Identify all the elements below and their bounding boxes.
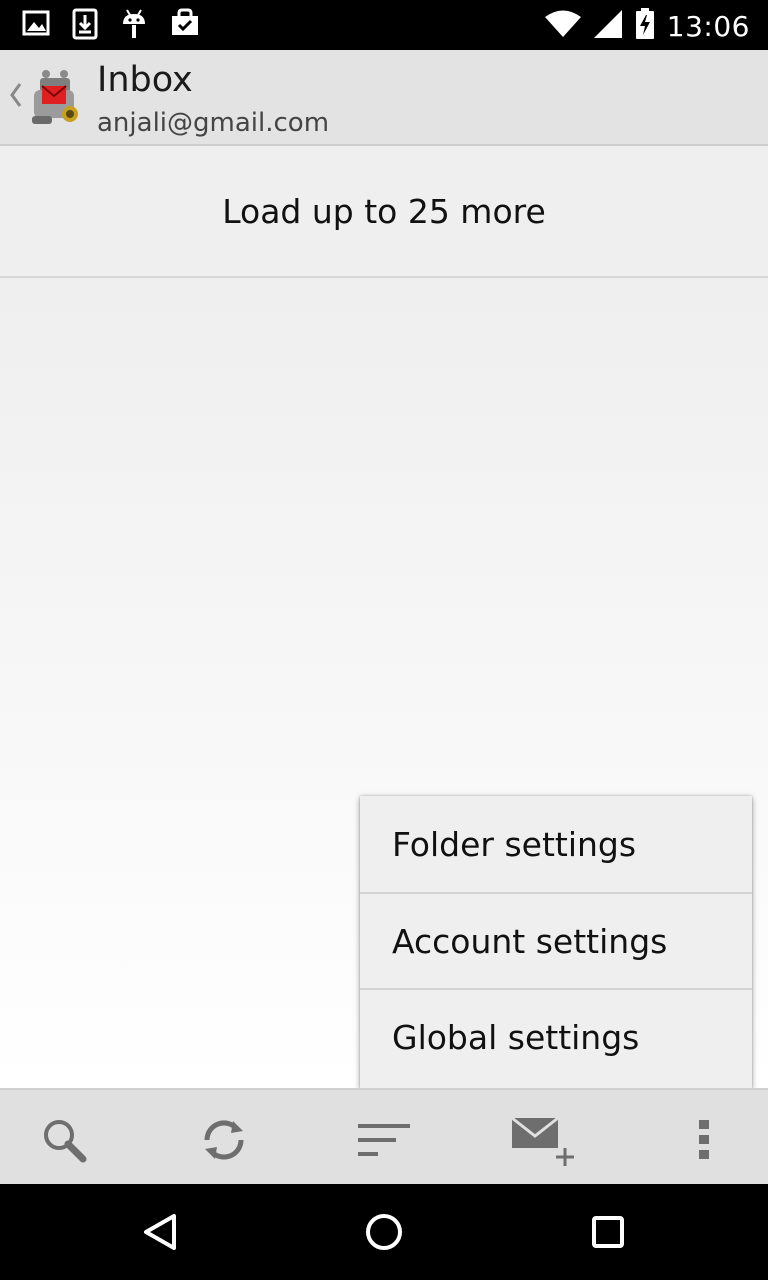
signal-icon [593, 9, 623, 43]
chevron-left-icon[interactable] [8, 80, 24, 114]
menu-item-global-settings[interactable]: Global settings [360, 988, 752, 1084]
wifi-icon [544, 10, 581, 42]
overflow-menu: Folder settings Account settings Global … [360, 796, 752, 1088]
battery-charging-icon [635, 8, 655, 44]
page-title: Inbox [97, 60, 193, 100]
shopping-bag-icon [170, 8, 200, 40]
load-more-button[interactable]: Load up to 25 more [0, 146, 768, 278]
refresh-icon[interactable] [192, 1108, 256, 1172]
menu-item-account-settings[interactable]: Account settings [360, 892, 752, 988]
bottom-toolbar [0, 1088, 768, 1186]
menu-item-folder-settings[interactable]: Folder settings [360, 796, 752, 892]
compose-icon[interactable] [510, 1108, 580, 1172]
sort-icon[interactable] [352, 1108, 416, 1172]
clock: 13:06 [666, 9, 750, 43]
search-icon[interactable] [32, 1108, 96, 1172]
action-bar: Inbox anjali@gmail.com [0, 50, 768, 146]
overflow-icon[interactable] [672, 1108, 736, 1172]
account-email: anjali@gmail.com [97, 108, 330, 138]
download-icon [72, 8, 98, 40]
android-icon [120, 8, 148, 40]
mail-app-logo-icon[interactable] [30, 68, 84, 132]
navigation-bar [0, 1184, 768, 1280]
home-icon[interactable] [358, 1206, 410, 1258]
back-icon[interactable] [134, 1206, 186, 1258]
status-bar: 13:06 [0, 0, 768, 50]
recents-icon[interactable] [582, 1206, 634, 1258]
gallery-icon [22, 8, 50, 40]
